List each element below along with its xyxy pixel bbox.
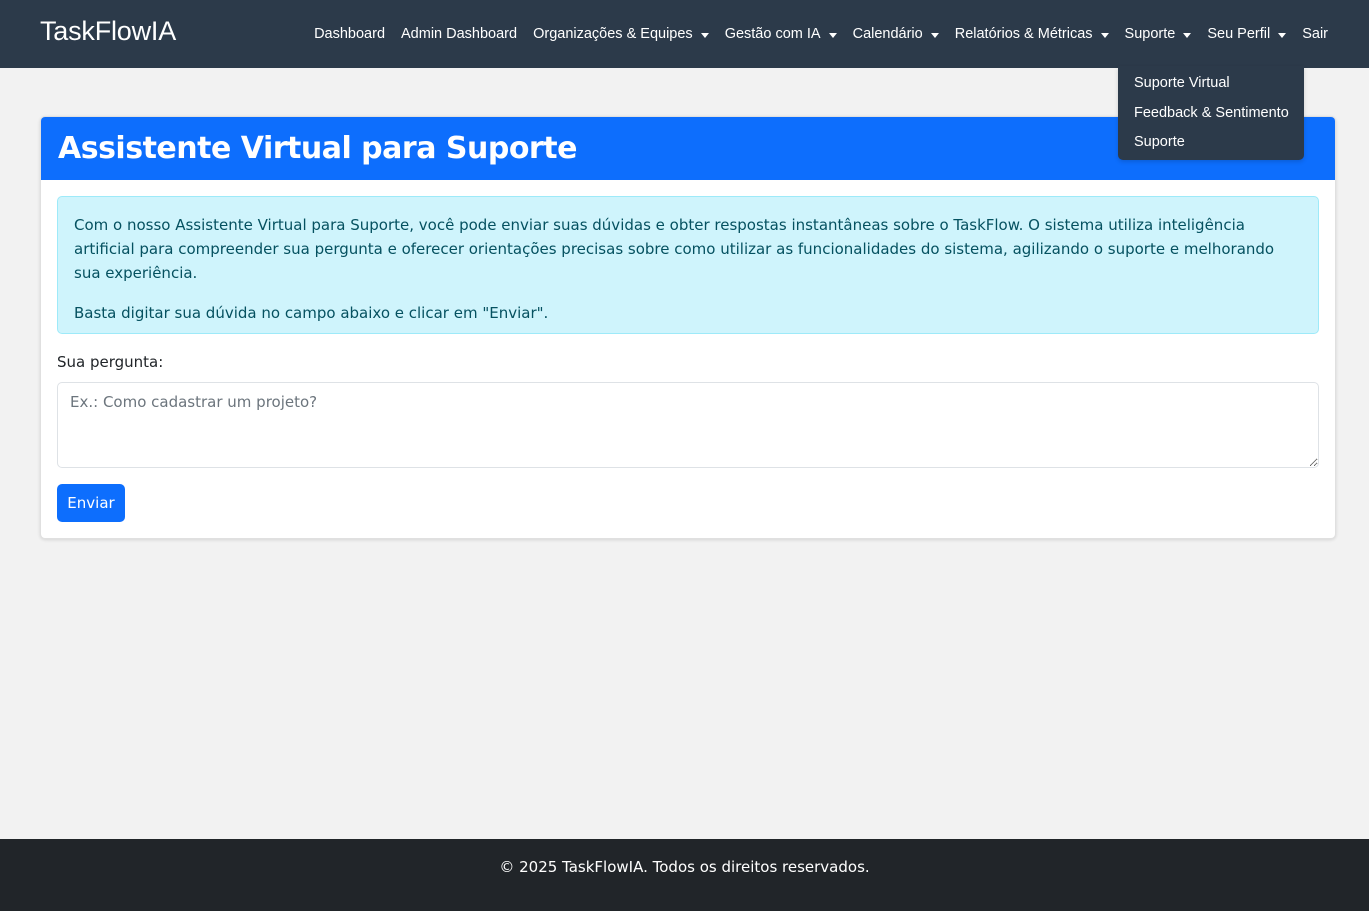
question-label: Sua pergunta: bbox=[57, 353, 164, 371]
footer-copyright: © 2025 TaskFlowIA. Todos os direitos res… bbox=[499, 858, 870, 876]
nav-item-label: Relatórios & Métricas bbox=[954, 26, 1093, 42]
nav-item-calendario[interactable]: Calendário bbox=[845, 26, 947, 42]
top-navbar: TaskFlowIA Dashboard Admin Dashboard Org… bbox=[0, 0, 1369, 68]
nav-item-relatorios-metricas[interactable]: Relatórios & Métricas bbox=[947, 26, 1117, 42]
nav-item-gestao-ia[interactable]: Gestão com IA bbox=[717, 26, 845, 42]
nav-item-label: Seu Perfil bbox=[1207, 26, 1271, 42]
support-assistant-card: Assistente Virtual para Suporte Com o no… bbox=[40, 116, 1336, 539]
caret-down-icon bbox=[930, 32, 939, 38]
question-input[interactable] bbox=[57, 382, 1319, 468]
caret-down-icon bbox=[700, 32, 709, 38]
caret-down-icon bbox=[828, 32, 837, 38]
nav-item-sair[interactable]: Sair bbox=[1294, 26, 1336, 42]
caret-down-icon bbox=[1278, 32, 1287, 38]
caret-down-icon bbox=[1100, 32, 1109, 38]
suporte-dropdown-menu: Suporte Virtual Feedback & Sentimento Su… bbox=[1118, 66, 1304, 160]
info-paragraph: Com o nosso Assistente Virtual para Supo… bbox=[74, 216, 1275, 282]
info-alert: Com o nosso Assistente Virtual para Supo… bbox=[57, 196, 1319, 334]
dropdown-item-suporte[interactable]: Suporte bbox=[1118, 128, 1304, 158]
submit-button[interactable]: Enviar bbox=[57, 484, 125, 522]
nav-item-suporte[interactable]: Suporte bbox=[1117, 26, 1200, 42]
caret-down-icon bbox=[1183, 32, 1192, 38]
nav-item-organizacoes-equipes[interactable]: Organizações & Equipes bbox=[525, 26, 717, 42]
nav-item-admin-dashboard[interactable]: Admin Dashboard bbox=[393, 26, 525, 42]
nav-item-dashboard[interactable]: Dashboard bbox=[306, 26, 393, 42]
info-paragraph: Basta digitar sua dúvida no campo abaixo… bbox=[74, 304, 549, 322]
nav-item-label: Admin Dashboard bbox=[401, 26, 518, 42]
nav-item-label: Suporte bbox=[1124, 26, 1176, 42]
nav-links: Dashboard Admin Dashboard Organizações &… bbox=[306, 0, 1336, 68]
nav-item-label: Gestão com IA bbox=[724, 26, 821, 42]
page-footer: © 2025 TaskFlowIA. Todos os direitos res… bbox=[0, 839, 1369, 911]
nav-item-label: Organizações & Equipes bbox=[533, 26, 693, 42]
nav-item-label: Sair bbox=[1302, 26, 1328, 42]
brand-logo[interactable]: TaskFlowIA bbox=[40, 16, 176, 47]
nav-item-label: Dashboard bbox=[314, 26, 386, 42]
dropdown-item-feedback-sentimento[interactable]: Feedback & Sentimento bbox=[1118, 99, 1304, 129]
page-title: Assistente Virtual para Suporte bbox=[58, 131, 577, 166]
nav-item-label: Calendário bbox=[852, 26, 923, 42]
dropdown-item-suporte-virtual[interactable]: Suporte Virtual bbox=[1118, 69, 1304, 99]
nav-item-seu-perfil[interactable]: Seu Perfil bbox=[1199, 26, 1294, 42]
